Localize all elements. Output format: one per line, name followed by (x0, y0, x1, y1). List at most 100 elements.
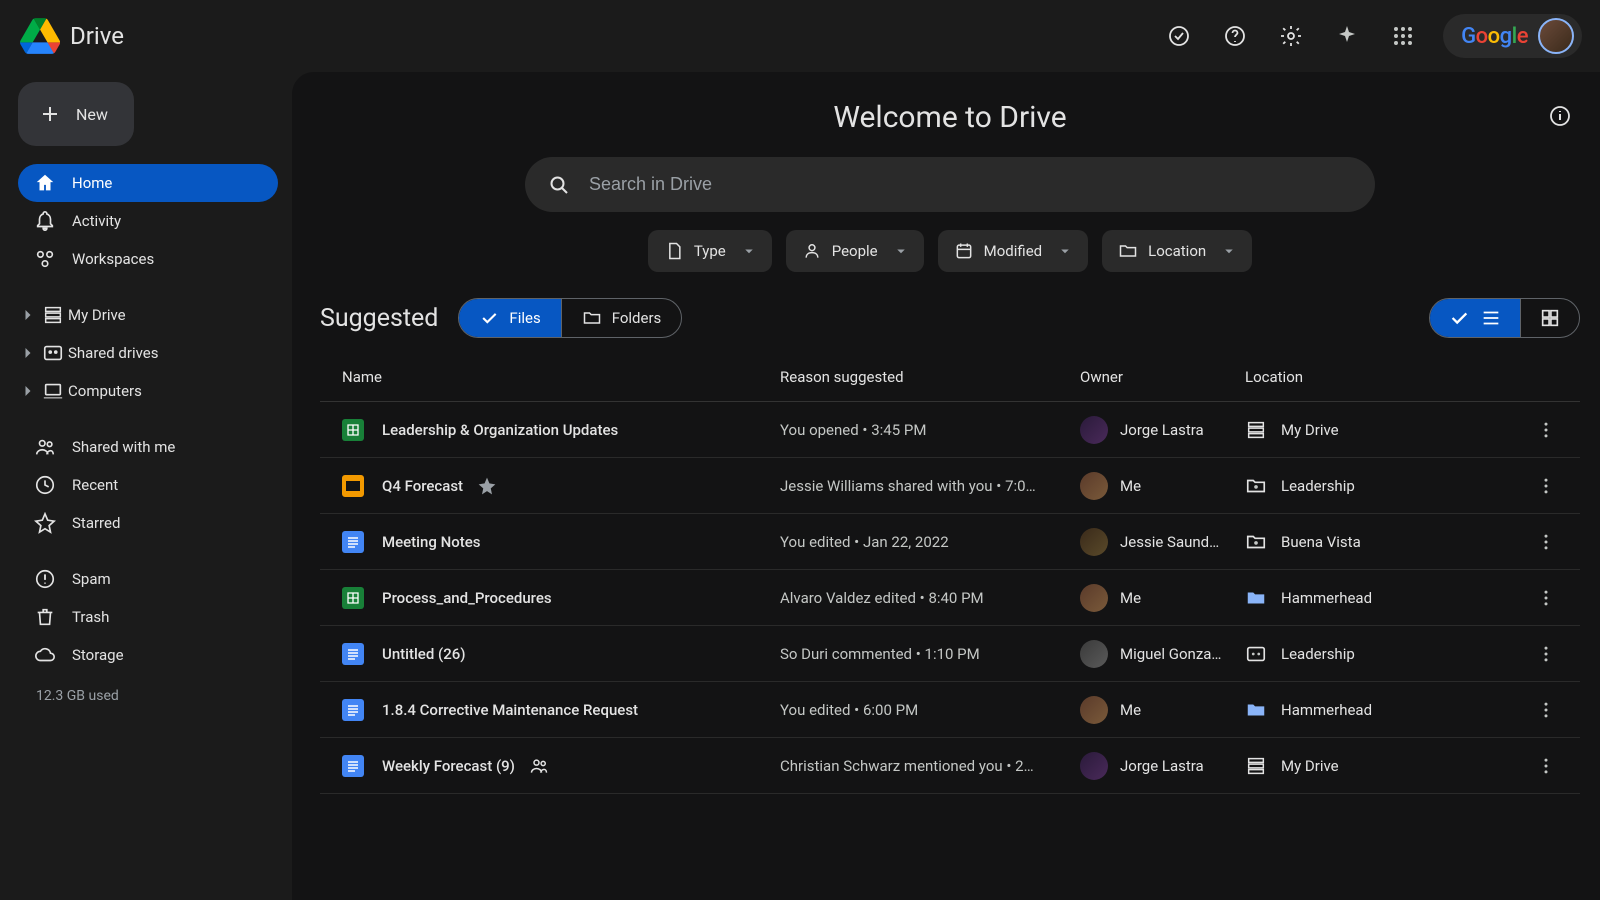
table-row[interactable]: Q4 ForecastJessie Williams shared with y… (320, 458, 1580, 514)
help-button[interactable] (1213, 14, 1257, 58)
apps-button[interactable] (1381, 14, 1425, 58)
settings-button[interactable] (1269, 14, 1313, 58)
shareddrives-icon (42, 342, 64, 364)
people-icon (34, 436, 56, 458)
sidebar-item-label: Shared with me (72, 438, 175, 456)
search-bar[interactable] (525, 157, 1375, 212)
col-owner[interactable]: Owner (1080, 368, 1245, 386)
tab-files[interactable]: Files (459, 299, 560, 337)
details-button[interactable] (1548, 104, 1572, 132)
file-name: Weekly Forecast (9) (382, 757, 515, 775)
folder-icon (582, 308, 602, 328)
file-icon (664, 241, 684, 261)
user-avatar[interactable] (1538, 18, 1574, 54)
location-icon (1245, 643, 1267, 665)
table-header: Name Reason suggested Owner Location (320, 352, 1580, 402)
filter-chip-location[interactable]: Location (1102, 230, 1252, 272)
location-icon (1245, 531, 1267, 553)
file-name: Leadership & Organization Updates (382, 421, 618, 439)
owner-name: Me (1120, 477, 1141, 495)
sidebar-item-shared-drives[interactable]: Shared drives (18, 334, 278, 372)
owner-name: Jessie Saund… (1120, 533, 1219, 551)
sidebar-item-computers[interactable]: Computers (18, 372, 278, 410)
docs-icon (342, 531, 364, 553)
list-icon (1480, 307, 1502, 329)
owner-name: Jorge Lastra (1120, 757, 1204, 775)
owner-avatar (1080, 640, 1108, 668)
mydrive-icon (42, 304, 64, 326)
table-row[interactable]: Untitled (26)So Duri commented • 1:10 PM… (320, 626, 1580, 682)
star-icon (477, 476, 497, 496)
view-toggle (1429, 298, 1580, 338)
chevron-down-icon (1220, 242, 1238, 260)
col-location[interactable]: Location (1245, 368, 1522, 386)
suggested-tabs: Files Folders (458, 298, 682, 338)
new-button-label: New (76, 105, 108, 124)
sidebar-item-activity[interactable]: Activity (18, 202, 278, 240)
sidebar-item-recent[interactable]: Recent (18, 466, 278, 504)
chip-label: Location (1148, 242, 1206, 260)
more-actions-button[interactable] (1536, 420, 1556, 440)
owner-avatar (1080, 752, 1108, 780)
tab-folders[interactable]: Folders (561, 299, 682, 337)
grid-view-button[interactable] (1520, 299, 1579, 337)
logo-area[interactable]: Drive (20, 16, 124, 56)
table-row[interactable]: Weekly Forecast (9)Christian Schwarz men… (320, 738, 1580, 794)
sheets-icon (342, 419, 364, 441)
product-name: Drive (70, 22, 124, 50)
sidebar-item-spam[interactable]: Spam (18, 560, 278, 598)
filter-chip-people[interactable]: People (786, 230, 924, 272)
owner-name: Me (1120, 701, 1141, 719)
search-icon (547, 173, 571, 197)
filter-chip-modified[interactable]: Modified (938, 230, 1088, 272)
star-icon (34, 512, 56, 534)
location-name: Leadership (1281, 477, 1355, 495)
sidebar-item-label: Computers (68, 382, 142, 400)
offline-ready-button[interactable] (1157, 14, 1201, 58)
sidebar-item-storage[interactable]: Storage (18, 636, 278, 674)
chevron-down-icon (740, 242, 758, 260)
new-button[interactable]: New (18, 82, 134, 146)
col-name[interactable]: Name (330, 368, 780, 386)
table-row[interactable]: 1.8.4 Corrective Maintenance RequestYou … (320, 682, 1580, 738)
file-name: 1.8.4 Corrective Maintenance Request (382, 701, 638, 719)
account-chip[interactable]: Google (1443, 14, 1582, 58)
sidebar-item-starred[interactable]: Starred (18, 504, 278, 542)
more-actions-button[interactable] (1536, 588, 1556, 608)
chip-label: Modified (984, 242, 1042, 260)
list-view-button[interactable] (1430, 299, 1520, 337)
chip-label: People (832, 242, 878, 260)
gemini-button[interactable] (1325, 14, 1369, 58)
sidebar-item-label: Home (72, 174, 112, 192)
location-name: Leadership (1281, 645, 1355, 663)
drive-logo-icon (20, 16, 60, 56)
owner-avatar (1080, 528, 1108, 556)
sidebar-item-shared-with-me[interactable]: Shared with me (18, 428, 278, 466)
check-icon (479, 308, 499, 328)
table-row[interactable]: Meeting NotesYou edited • Jan 22, 2022Je… (320, 514, 1580, 570)
owner-avatar (1080, 472, 1108, 500)
owner-name: Jorge Lastra (1120, 421, 1204, 439)
col-reason[interactable]: Reason suggested (780, 368, 1080, 386)
sidebar-item-label: Spam (72, 570, 111, 588)
more-actions-button[interactable] (1536, 476, 1556, 496)
chevron-right-icon (18, 305, 38, 325)
sidebar-item-my-drive[interactable]: My Drive (18, 296, 278, 334)
reason-text: Jessie Williams shared with you • 7:0… (780, 477, 1080, 495)
table-row[interactable]: Process_and_ProceduresAlvaro Valdez edit… (320, 570, 1580, 626)
more-actions-button[interactable] (1536, 756, 1556, 776)
more-actions-button[interactable] (1536, 700, 1556, 720)
sidebar-item-workspaces[interactable]: Workspaces (18, 240, 278, 278)
sidebar-item-home[interactable]: Home (18, 164, 278, 202)
file-table: Name Reason suggested Owner Location Lea… (320, 352, 1580, 794)
sidebar-item-trash[interactable]: Trash (18, 598, 278, 636)
location-name: Hammerhead (1281, 589, 1372, 607)
sidebar-item-label: Storage (72, 646, 124, 664)
filter-chip-type[interactable]: Type (648, 230, 772, 272)
file-name: Untitled (26) (382, 645, 466, 663)
search-input[interactable] (589, 174, 1353, 195)
table-row[interactable]: Leadership & Organization UpdatesYou ope… (320, 402, 1580, 458)
more-actions-button[interactable] (1536, 532, 1556, 552)
more-actions-button[interactable] (1536, 644, 1556, 664)
folder-icon (1118, 241, 1138, 261)
